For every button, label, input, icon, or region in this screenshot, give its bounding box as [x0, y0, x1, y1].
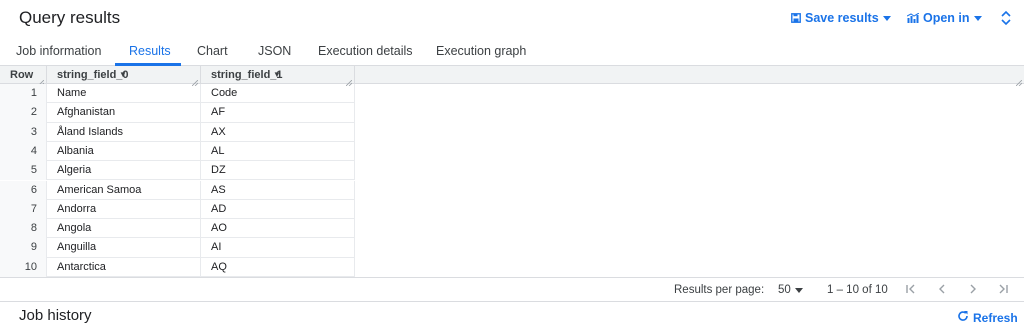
- table-row[interactable]: 4 Albania AL: [0, 141, 355, 162]
- table-row[interactable]: 5 Algeria DZ: [0, 161, 355, 181]
- string-field-1-cell[interactable]: Code: [201, 84, 355, 104]
- open-in-button[interactable]: Open in: [907, 11, 982, 25]
- tab-results[interactable]: Results: [129, 44, 171, 58]
- string-field-0-cell[interactable]: Angola: [47, 219, 201, 239]
- next-page-icon[interactable]: [967, 283, 979, 298]
- job-history-section: Job history Refresh: [0, 302, 1024, 334]
- row-number-cell: 6: [0, 180, 47, 200]
- results-per-page-select[interactable]: 50: [778, 284, 803, 296]
- table-row[interactable]: 8 Angola AO: [0, 219, 355, 239]
- table-row[interactable]: 9 Anguilla AI: [0, 238, 355, 258]
- sort-menu-icon[interactable]: ▼: [273, 70, 281, 79]
- string-field-1-cell[interactable]: AL: [201, 141, 355, 162]
- string-field-0-cell[interactable]: Anguilla: [47, 238, 201, 258]
- string-field-1-cell[interactable]: DZ: [201, 161, 355, 181]
- results-per-page-label: Results per page:: [674, 284, 765, 296]
- column-header-row[interactable]: Row: [0, 66, 47, 87]
- resize-handle-icon: [1015, 77, 1023, 87]
- string-field-1-cell[interactable]: AX: [201, 122, 355, 142]
- string-field-0-cell[interactable]: Name: [47, 84, 201, 104]
- open-in-label: Open in: [923, 11, 970, 25]
- string-field-0-cell[interactable]: Antarctica: [47, 257, 201, 277]
- tab-job-information[interactable]: Job information: [16, 44, 101, 58]
- last-page-icon[interactable]: [997, 283, 1009, 298]
- unfold-icon: [1000, 10, 1012, 30]
- string-field-0-cell[interactable]: Albania: [47, 141, 201, 162]
- pagination-bar: Results per page: 50 1 – 10 of 10: [0, 277, 1024, 302]
- row-number-cell: 1: [0, 84, 47, 104]
- page-title: Query results: [19, 8, 121, 27]
- save-icon: [791, 13, 801, 23]
- row-number-cell: 3: [0, 122, 47, 142]
- table-row[interactable]: 3 Åland Islands AX: [0, 122, 355, 142]
- tab-json[interactable]: JSON: [258, 44, 291, 58]
- refresh-label: Refresh: [973, 310, 1018, 325]
- string-field-1-cell[interactable]: AS: [201, 180, 355, 200]
- table-row[interactable]: 2 Afghanistan AF: [0, 103, 355, 123]
- page-range: 1 – 10 of 10: [827, 284, 888, 296]
- string-field-1-cell[interactable]: AI: [201, 238, 355, 258]
- table-row[interactable]: 7 Andorra AD: [0, 199, 355, 220]
- row-number-cell: 4: [0, 141, 47, 162]
- refresh-button[interactable]: Refresh: [957, 310, 1018, 325]
- results-tabs: Job information Results Chart JSON Execu…: [0, 37, 1024, 66]
- chart-icon: [907, 13, 919, 23]
- query-results-header: Query results Save results Open in: [0, 0, 1024, 37]
- column-header-filler: [355, 66, 1024, 87]
- first-page-icon[interactable]: [905, 283, 917, 298]
- string-field-1-cell[interactable]: AF: [201, 103, 355, 123]
- job-history-title: Job history: [19, 307, 92, 324]
- resize-handle-icon[interactable]: [191, 77, 199, 87]
- column-header-string-field-1[interactable]: string_field_1 ▼: [201, 66, 355, 87]
- resize-handle-icon[interactable]: [37, 77, 45, 87]
- chevron-down-icon: [882, 15, 891, 21]
- string-field-0-cell[interactable]: Afghanistan: [47, 103, 201, 123]
- string-field-0-cell[interactable]: Andorra: [47, 199, 201, 220]
- table-header: Row string_field_0 ▼ string_field_1 ▼: [0, 66, 1024, 87]
- row-number-cell: 10: [0, 257, 47, 277]
- string-field-1-cell[interactable]: AO: [201, 219, 355, 239]
- save-results-label: Save results: [805, 11, 879, 25]
- previous-page-icon[interactable]: [936, 283, 948, 298]
- results-per-page-value: 50: [778, 284, 791, 296]
- save-results-button[interactable]: Save results: [791, 11, 891, 25]
- table-row[interactable]: 1 Name Code: [0, 84, 355, 104]
- string-field-0-cell[interactable]: American Samoa: [47, 180, 201, 200]
- chevron-down-icon: [973, 15, 982, 21]
- string-field-0-cell[interactable]: Algeria: [47, 161, 201, 181]
- string-field-1-cell[interactable]: AQ: [201, 257, 355, 277]
- refresh-icon: [957, 310, 969, 325]
- row-number-cell: 8: [0, 219, 47, 239]
- row-number-cell: 9: [0, 238, 47, 258]
- row-number-cell: 5: [0, 161, 47, 181]
- tab-execution-details[interactable]: Execution details: [318, 44, 413, 58]
- table-row[interactable]: 10 Antarctica AQ: [0, 257, 355, 277]
- chevron-down-icon: [794, 284, 803, 296]
- resize-handle-icon[interactable]: [345, 77, 353, 87]
- table-row[interactable]: 6 American Samoa AS: [0, 180, 355, 200]
- row-number-cell: 7: [0, 199, 47, 220]
- string-field-1-cell[interactable]: AD: [201, 199, 355, 220]
- expand-collapse-button[interactable]: [1000, 10, 1012, 31]
- column-header-string-field-0[interactable]: string_field_0 ▼: [47, 66, 201, 87]
- tab-chart[interactable]: Chart: [197, 44, 228, 58]
- sort-menu-icon[interactable]: ▼: [119, 70, 127, 79]
- string-field-0-cell[interactable]: Åland Islands: [47, 122, 201, 142]
- tab-execution-graph[interactable]: Execution graph: [436, 44, 526, 58]
- row-number-cell: 2: [0, 103, 47, 123]
